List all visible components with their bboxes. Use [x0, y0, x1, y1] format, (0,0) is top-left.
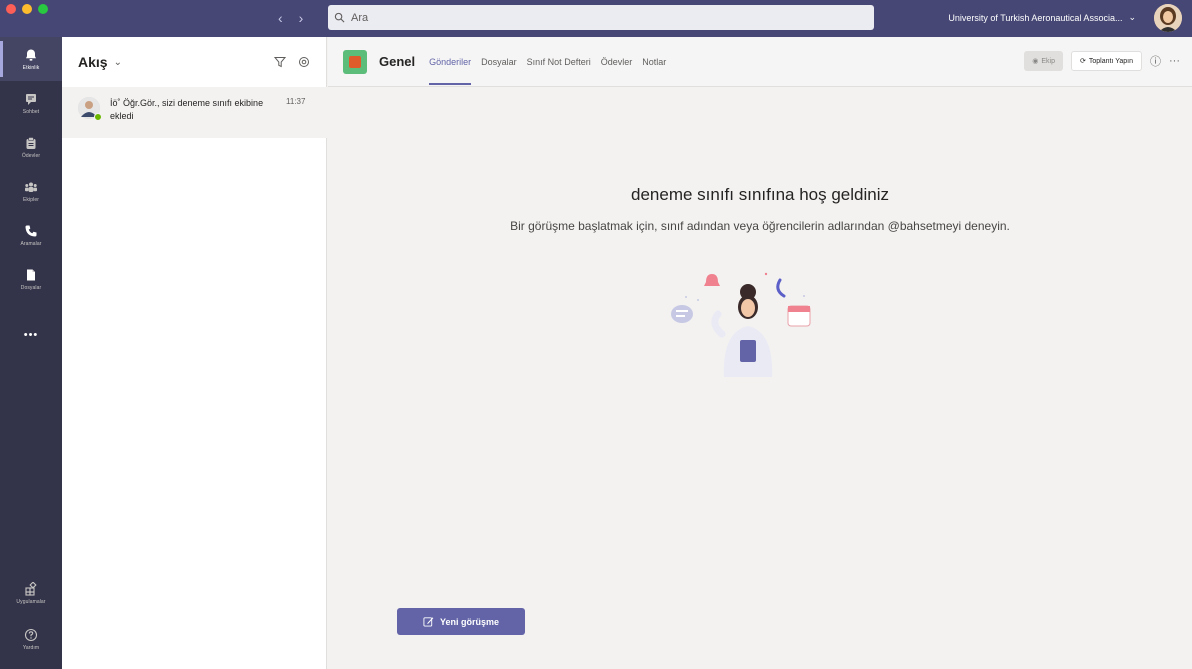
filter-icon[interactable]: [274, 56, 286, 68]
more-options-icon[interactable]: ···: [1169, 55, 1180, 67]
activity-header: Akış ⌄: [62, 37, 326, 87]
avatar: [78, 97, 102, 121]
feed-item-time: 11:37: [286, 97, 306, 106]
channel-name: Genel: [379, 54, 416, 69]
activity-title: Akış: [78, 54, 108, 70]
rail-item-help[interactable]: Yardım: [0, 617, 62, 661]
user-avatar[interactable]: [1154, 4, 1182, 32]
rail-label: Uygulamalar: [16, 598, 46, 605]
back-button[interactable]: ‹: [278, 10, 283, 26]
welcome-title: deneme sınıfı sınıfına hoş geldiniz: [631, 185, 889, 204]
org-switcher[interactable]: University of Turkish Aeronautical Assoc…: [948, 12, 1136, 23]
app-bar: Etkinlik Sohbet Ödevler Ekipler Aramalar…: [0, 37, 62, 669]
rail-item-activity[interactable]: Etkinlik: [0, 37, 62, 81]
feed-item-text: İö˚ Öğr.Gör., sizi deneme sınıfı ekibine…: [110, 98, 264, 121]
tab-posts[interactable]: Gönderiler: [429, 37, 472, 87]
assignments-icon: [26, 136, 36, 149]
tab-notes[interactable]: Notlar: [642, 37, 666, 87]
rail-label: Ödevler: [21, 152, 41, 159]
channel-header: Genel Gönderiler Dosyalar Sınıf Not Deft…: [328, 37, 1192, 87]
rail-label: Ekipler: [23, 196, 39, 203]
tab-files[interactable]: Dosyalar: [481, 37, 517, 87]
rail-more-button[interactable]: •••: [0, 313, 62, 357]
rail-item-chat[interactable]: Sohbet: [0, 81, 62, 125]
window-maximize-button[interactable]: [38, 4, 48, 14]
rail-label: Yardım: [22, 644, 40, 651]
meet-button-label: Toplantı Yapın: [1088, 57, 1133, 65]
chevron-down-icon: ⌄: [1128, 12, 1136, 22]
window-close-button[interactable]: [6, 4, 16, 14]
search-placeholder: Ara: [351, 11, 369, 24]
feed-item[interactable]: İö˚ Öğr.Gör., sizi deneme sınıfı ekibine…: [62, 87, 327, 138]
eye-icon: ◉: [1032, 58, 1039, 65]
window-controls: [6, 4, 48, 14]
new-conversation-label: Yeni görüşme: [439, 616, 500, 627]
channel-view: Genel Gönderiler Dosyalar Sınıf Not Deft…: [328, 37, 1192, 669]
meet-now-button[interactable]: ⟳ Toplantı Yapın: [1071, 51, 1142, 71]
team-button-label: Ekip: [1041, 57, 1056, 65]
rail-label: Dosyalar: [20, 284, 42, 291]
bell-icon: [26, 49, 36, 61]
feed-selector[interactable]: Akış ⌄: [78, 54, 122, 70]
presence-available-icon: [94, 113, 102, 121]
compose-icon: [423, 617, 434, 627]
header-actions: ◉ Ekip ⟳ Toplantı Yapın ⓘ ···: [1024, 51, 1180, 71]
rail-item-assignments[interactable]: Ödevler: [0, 125, 62, 169]
settings-icon[interactable]: [298, 56, 310, 68]
tab-assignments[interactable]: Ödevler: [601, 37, 633, 87]
files-icon: [27, 269, 35, 280]
search-icon: [334, 12, 345, 23]
teams-icon: [25, 182, 37, 192]
help-icon: [24, 628, 38, 641]
profile-photo-icon: [1154, 4, 1182, 32]
history-navigation: ‹ ›: [278, 10, 303, 26]
video-icon: ⟳: [1080, 58, 1086, 65]
rail-item-teams[interactable]: Ekipler: [0, 169, 62, 213]
welcome-subtitle: Bir görüşme başlatmak için, sınıf adında…: [510, 219, 1010, 233]
org-name-label: University of Turkish Aeronautical Assoc…: [948, 12, 1123, 23]
rail-label: Sohbet: [22, 108, 40, 115]
rail-item-files[interactable]: Dosyalar: [0, 257, 62, 301]
activity-tools: [274, 56, 310, 68]
rail-item-apps[interactable]: Uygulamalar: [0, 571, 62, 615]
rail-label: Aramalar: [20, 240, 42, 247]
rail-item-calls[interactable]: Aramalar: [0, 213, 62, 257]
window-minimize-button[interactable]: [22, 4, 32, 14]
chevron-down-icon: ⌄: [113, 56, 122, 68]
phone-icon: [25, 225, 37, 236]
forward-button[interactable]: ›: [299, 10, 304, 26]
apps-icon: [25, 581, 37, 596]
activity-panel: Akış ⌄ İö˚ Öğr.Gör., sizi deneme sınıfı …: [62, 37, 327, 669]
tab-class-notebook[interactable]: Sınıf Not Defteri: [527, 37, 591, 87]
team-icon: [343, 49, 367, 74]
search-input[interactable]: Ara: [328, 5, 874, 30]
chat-icon: [26, 93, 36, 105]
title-bar: ‹ › Ara University of Turkish Aeronautic…: [0, 0, 1192, 37]
team-button[interactable]: ◉ Ekip: [1024, 51, 1064, 71]
new-conversation-button[interactable]: Yeni görüşme: [397, 608, 525, 635]
info-icon[interactable]: ⓘ: [1150, 53, 1161, 69]
rail-label: Etkinlik: [22, 64, 40, 71]
more-icon: •••: [23, 329, 39, 341]
channel-tabs: Gönderiler Dosyalar Sınıf Not Defteri Öd…: [429, 37, 666, 87]
welcome-illustration: [671, 272, 811, 377]
